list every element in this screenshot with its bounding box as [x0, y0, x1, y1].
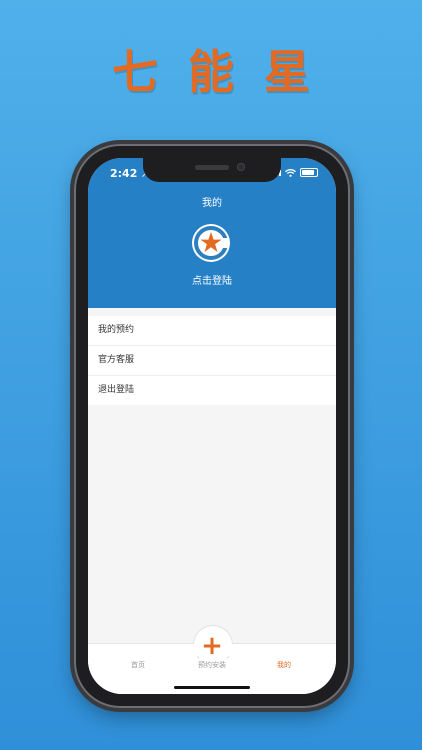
mute-switch	[70, 214, 74, 228]
page-title: 我的	[202, 198, 222, 209]
tab-home[interactable]: 首页	[108, 660, 168, 670]
wifi-icon	[285, 168, 296, 177]
tab-book-installation[interactable]: 预约安装	[182, 660, 242, 670]
phone-screen: 2:42 ➚ 我的	[88, 158, 336, 694]
plus-icon[interactable]: +	[198, 633, 226, 661]
battery-icon	[300, 168, 318, 177]
camera	[237, 163, 245, 171]
home-indicator	[174, 686, 250, 689]
phone-frame: 2:42 ➚ 我的	[70, 144, 354, 708]
volume-up-button	[70, 244, 74, 274]
menu-item-logout[interactable]: 退出登陆	[88, 376, 336, 405]
tab-mine[interactable]: 我的	[254, 660, 314, 670]
status-time-text: 2:42	[110, 167, 138, 180]
notch	[143, 158, 281, 182]
profile-menu: 我的预约 官方客服 退出登陆	[88, 316, 336, 405]
login-link[interactable]: 点击登陆	[88, 272, 336, 287]
volume-down-button	[70, 282, 74, 312]
tab-bar: + 首页 预约安装 我的	[88, 625, 336, 694]
speaker	[195, 165, 229, 170]
menu-item-my-appointments[interactable]: 我的预约	[88, 316, 336, 346]
power-button	[350, 264, 354, 310]
star-logo-icon	[194, 226, 228, 260]
menu-item-customer-service[interactable]: 官方客服	[88, 346, 336, 376]
app-banner-title: 七能星	[112, 45, 340, 99]
status-time: 2:42 ➚	[110, 167, 148, 180]
avatar[interactable]	[192, 224, 230, 262]
